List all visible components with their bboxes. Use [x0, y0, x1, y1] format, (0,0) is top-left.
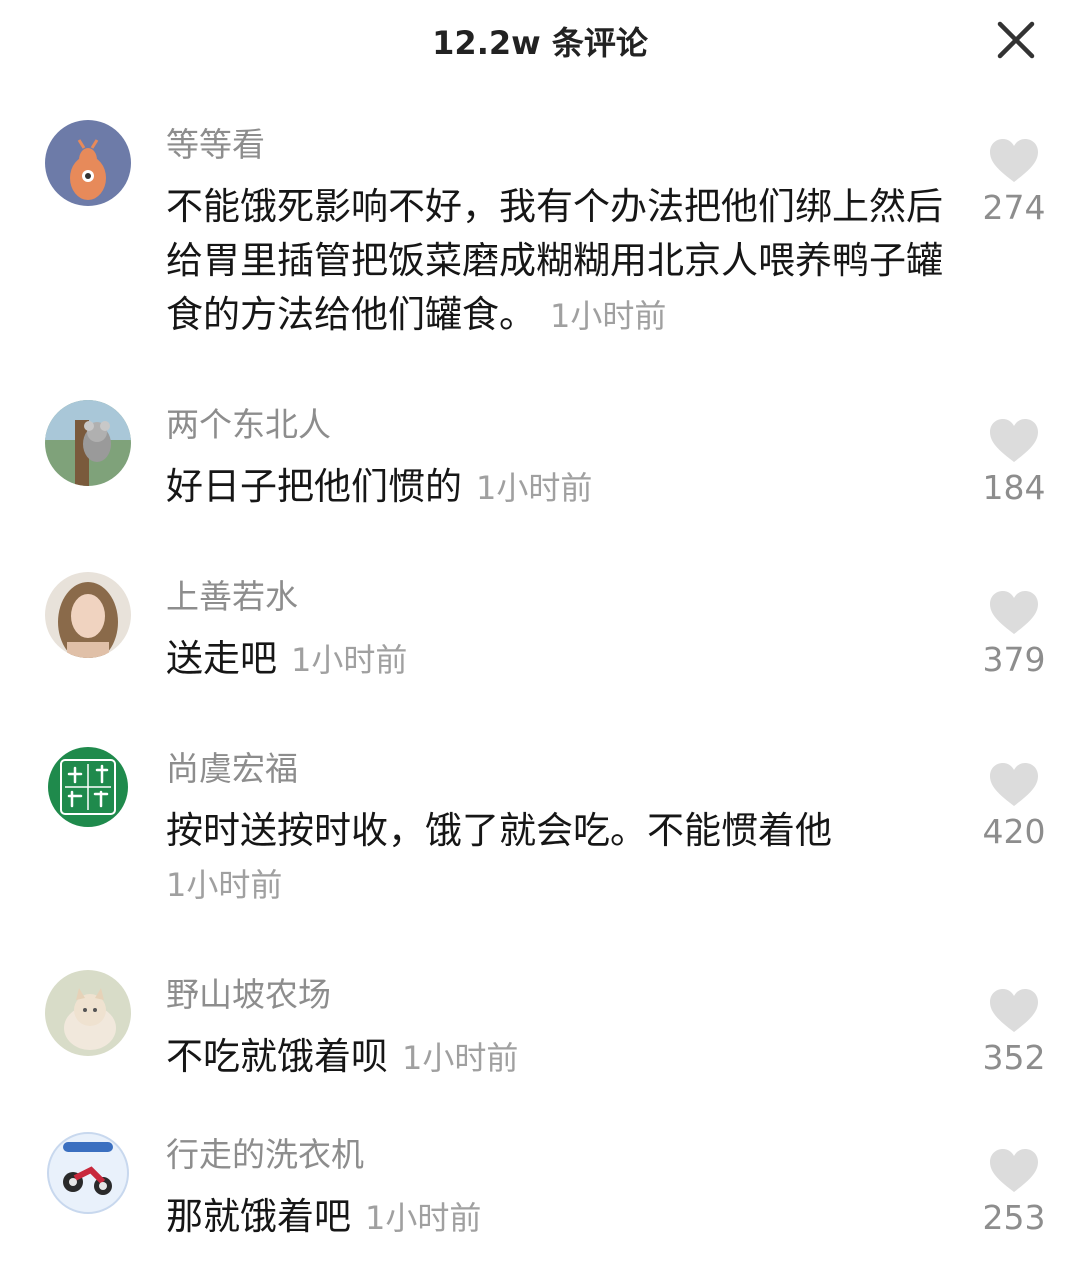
like-count: 352 [982, 1038, 1046, 1077]
like-count: 379 [982, 640, 1046, 679]
motorcycle-logo-avatar [45, 1130, 131, 1216]
comment-time: 1小时前 [166, 866, 283, 904]
comment-text: 好日子把他们惯的 [166, 465, 462, 508]
comment-time: 1小时前 [402, 1039, 519, 1077]
heart-icon [990, 139, 1038, 182]
avatar[interactable] [45, 744, 131, 830]
close-icon[interactable] [996, 20, 1036, 60]
avatar[interactable] [45, 970, 131, 1056]
like-button[interactable]: 274 [976, 138, 1052, 227]
comment-text: 不吃就饿着呗 [166, 1035, 388, 1078]
comment-body: 不能饿死影响不好，我有个办法把他们绑上然后给胃里插管把饭菜磨成糊糊用北京人喂养鸭… [166, 180, 956, 343]
comment-time: 1小时前 [476, 469, 593, 507]
cat-photo-avatar [45, 970, 131, 1056]
like-button[interactable]: 379 [976, 590, 1052, 679]
avatar[interactable] [45, 572, 131, 658]
comment-count-title: 12.2w 条评论 [432, 24, 648, 62]
heart-icon [990, 989, 1038, 1032]
like-count: 420 [982, 812, 1046, 851]
comment-text: 那就饿着吧 [166, 1195, 351, 1238]
comment-body: 按时送按时收，饿了就会吃。不能惯着他 1小时前 [166, 804, 956, 912]
comment-text: 按时送按时收，饿了就会吃。不能惯着他 [166, 809, 832, 852]
avatar[interactable] [45, 120, 131, 206]
avatar[interactable] [45, 400, 131, 486]
woman-portrait-avatar [45, 572, 131, 658]
username[interactable]: 等等看 [166, 128, 265, 161]
heart-icon [990, 763, 1038, 806]
avatar[interactable] [45, 1130, 131, 1216]
username[interactable]: 两个东北人 [166, 408, 331, 441]
like-count: 184 [982, 468, 1046, 507]
koala-photo-avatar [45, 400, 131, 486]
like-button[interactable]: 352 [976, 988, 1052, 1077]
comment-body: 送走吧 1小时前 [166, 632, 956, 687]
username[interactable]: 野山坡农场 [166, 978, 331, 1011]
comments-header: 12.2w 条评论 [0, 0, 1080, 84]
comment-time: 1小时前 [550, 297, 667, 335]
comment-time: 1小时前 [291, 641, 408, 679]
like-count: 274 [982, 188, 1046, 227]
like-button[interactable]: 420 [976, 762, 1052, 851]
heart-icon [990, 1149, 1038, 1192]
heart-icon [990, 591, 1038, 634]
like-button[interactable]: 184 [976, 418, 1052, 507]
username[interactable]: 上善若水 [166, 580, 298, 613]
heart-icon [990, 419, 1038, 462]
username[interactable]: 行走的洗衣机 [166, 1138, 364, 1171]
like-count: 253 [982, 1198, 1046, 1237]
comment-time: 1小时前 [365, 1199, 482, 1237]
comment-body: 好日子把他们惯的 1小时前 [166, 460, 956, 515]
seal-logo-avatar [45, 744, 131, 830]
comment-body: 不吃就饿着呗 1小时前 [166, 1030, 956, 1085]
comment-text: 送走吧 [166, 637, 277, 680]
comment-body: 那就饿着吧 1小时前 [166, 1190, 956, 1245]
cartoon-deer-avatar [45, 120, 131, 206]
like-button[interactable]: 253 [976, 1148, 1052, 1237]
username[interactable]: 尚虞宏福 [166, 752, 298, 785]
